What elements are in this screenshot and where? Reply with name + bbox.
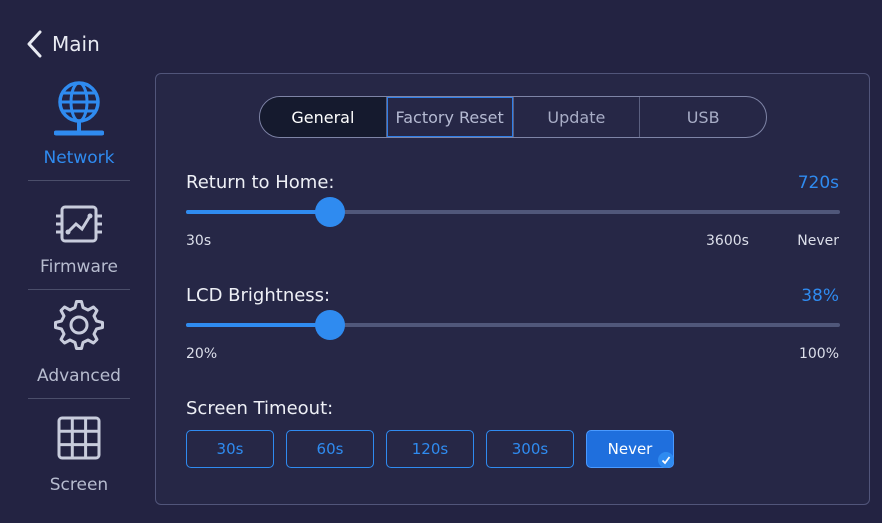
screen-timeout-label: Screen Timeout: <box>186 398 334 419</box>
option-label: Never <box>607 440 653 458</box>
slider-max-label: Never <box>797 233 839 249</box>
slider-mark-label: 3600s <box>706 233 749 249</box>
slider-fill <box>186 210 330 214</box>
settings-panel: General Factory Reset Update USB Return … <box>155 73 870 505</box>
tab-general[interactable]: General <box>260 97 386 137</box>
sidebar-item-network[interactable]: Network <box>28 72 130 180</box>
return-home-value: 720s <box>797 173 839 193</box>
sidebar-item-advanced[interactable]: Advanced <box>28 290 130 398</box>
return-home-slider[interactable] <box>186 197 840 227</box>
sidebar: Network Firmware Advanced Screen <box>28 72 130 507</box>
sidebar-item-screen[interactable]: Screen <box>28 399 130 507</box>
timeout-option-300s[interactable]: 300s <box>486 430 574 468</box>
tab-factory-reset[interactable]: Factory Reset <box>385 97 513 137</box>
return-home-label: Return to Home: <box>186 172 335 193</box>
check-icon <box>658 452 674 468</box>
slider-max-label: 100% <box>798 346 839 362</box>
timeout-option-30s[interactable]: 30s <box>186 430 274 468</box>
chevron-left-icon <box>27 30 42 58</box>
slider-min-label: 30s <box>186 233 212 249</box>
back-button[interactable]: Main <box>26 26 100 62</box>
brightness-value: 38% <box>801 286 839 306</box>
timeout-option-120s[interactable]: 120s <box>386 430 474 468</box>
slider-fill <box>186 323 330 327</box>
sidebar-item-label: Network <box>43 148 115 168</box>
sidebar-item-label: Advanced <box>37 366 121 386</box>
slider-min-label: 20% <box>186 346 218 362</box>
slider-thumb[interactable] <box>314 197 345 227</box>
tab-update[interactable]: Update <box>512 97 640 137</box>
timeout-option-never[interactable]: Never <box>586 430 674 468</box>
header-title: Main <box>52 32 100 56</box>
slider-thumb[interactable] <box>314 310 345 340</box>
grid-icon <box>57 416 101 460</box>
chip-board-icon <box>56 205 102 243</box>
globe-network-icon <box>54 81 104 136</box>
brightness-label: LCD Brightness: <box>186 285 331 306</box>
gear-icon <box>54 300 104 350</box>
tab-bar: General Factory Reset Update USB <box>259 96 767 138</box>
sidebar-item-firmware[interactable]: Firmware <box>28 181 130 289</box>
screen-timeout-options: 30s 60s 120s 300s Never <box>186 430 686 468</box>
sidebar-item-label: Screen <box>49 475 109 495</box>
tab-usb[interactable]: USB <box>639 97 766 137</box>
sidebar-item-label: Firmware <box>40 257 118 277</box>
timeout-option-60s[interactable]: 60s <box>286 430 374 468</box>
brightness-slider[interactable] <box>186 310 840 340</box>
